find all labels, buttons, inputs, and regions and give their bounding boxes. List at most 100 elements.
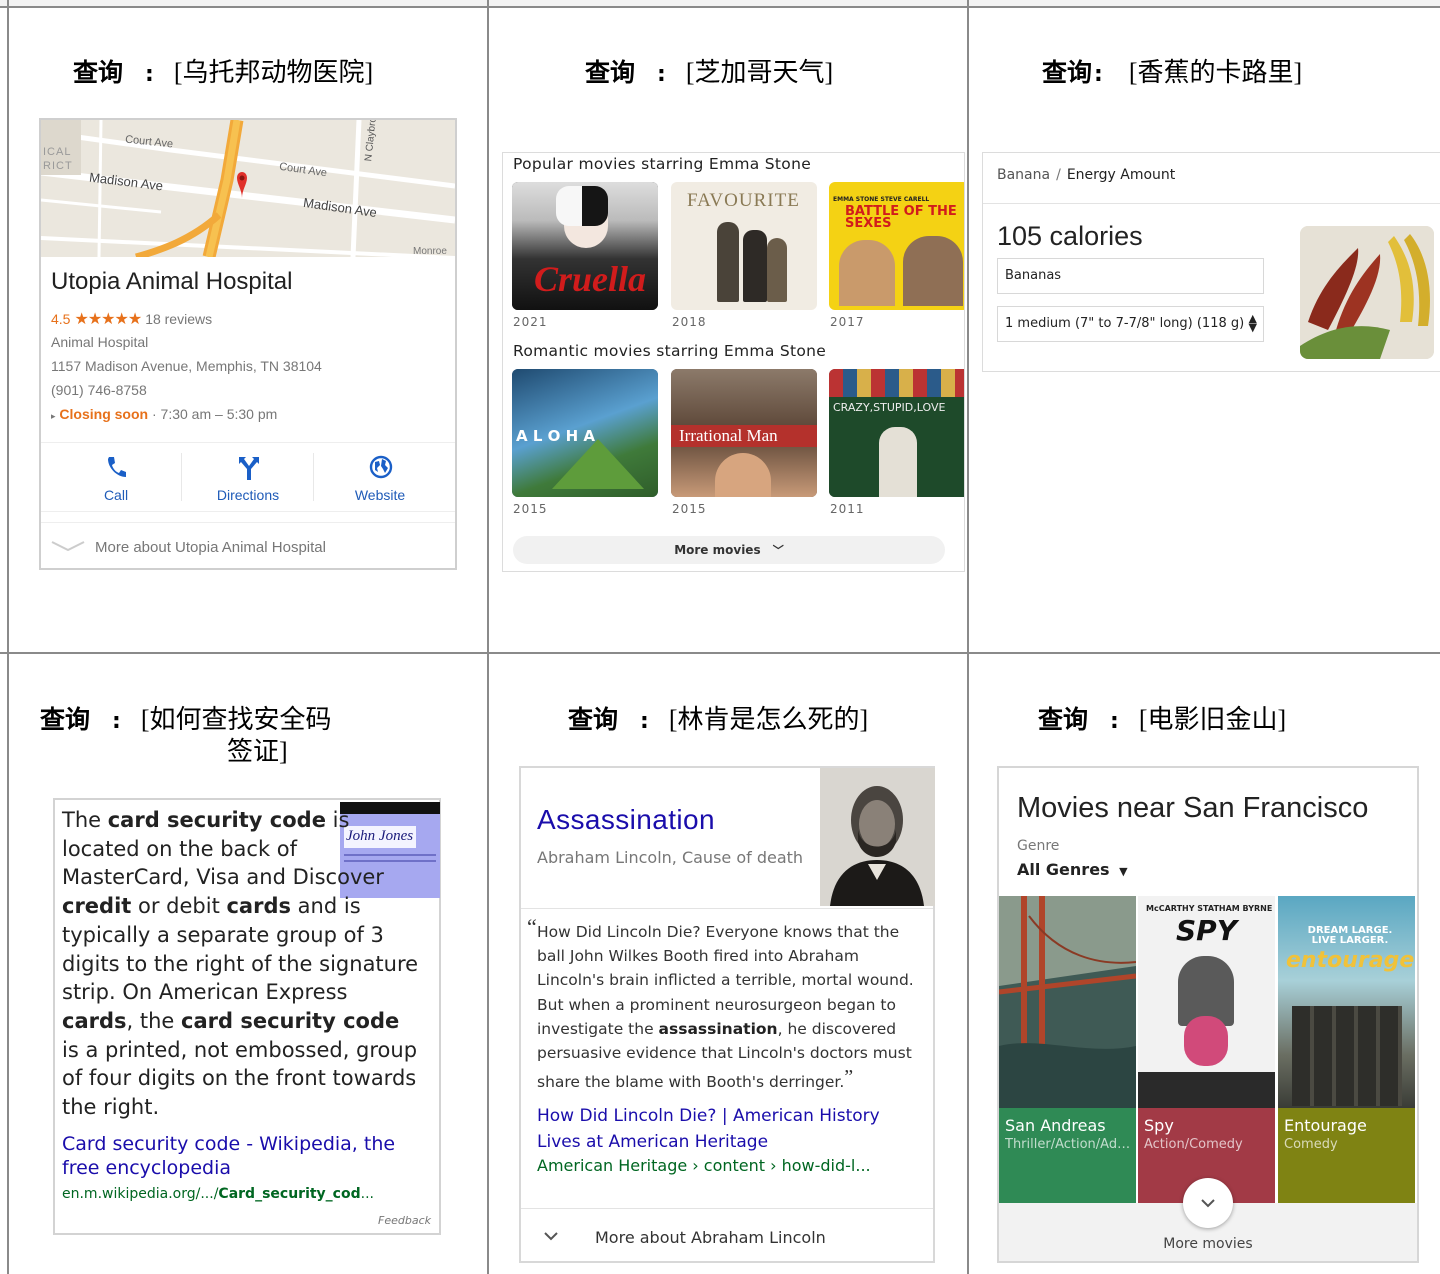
directions-button[interactable]: Directions xyxy=(182,443,314,513)
query-caption: 查询: [林肯是怎么死的] xyxy=(568,705,869,734)
movie-genre: Action/Comedy xyxy=(1144,1137,1243,1152)
place-title: Utopia Animal Hospital xyxy=(51,268,293,295)
movie-tile[interactable]: DREAM LARGE. LIVE LARGER. entourage Ento… xyxy=(1278,896,1415,1203)
query-caption: 查询: [乌托邦动物医院] xyxy=(73,58,374,87)
movie-name: San Andreas xyxy=(1005,1116,1106,1135)
grid-line xyxy=(967,0,969,1274)
banana-illustration xyxy=(1300,226,1434,359)
movie-year: 2021 xyxy=(513,315,548,329)
grid-line xyxy=(7,0,9,1274)
breadcrumb-separator: / xyxy=(1056,167,1061,183)
movie-year: 2017 xyxy=(830,315,865,329)
expand-button[interactable] xyxy=(1183,1178,1233,1228)
movie-poster: McCARTHY STATHAM BYRNE LAW SPY xyxy=(1138,896,1275,1108)
query-caption: 查询: [芝加哥天气] xyxy=(585,58,834,87)
source-link[interactable]: How Did Lincoln Die? | American History … xyxy=(537,1104,922,1155)
map-graphic xyxy=(41,120,455,257)
map-label: ICAL xyxy=(43,146,72,158)
place-phone[interactable]: (901) 746-8758 xyxy=(51,382,147,398)
movie-poster[interactable]: Cruella xyxy=(512,182,658,310)
mountain-shape xyxy=(552,439,644,489)
poster-title: CRAZY,STUPID,LOVE xyxy=(833,401,946,414)
stepper-arrows-icon: ▲ ▼ xyxy=(1248,312,1257,334)
featured-snippet-card: John Jones The card security code is loc… xyxy=(53,798,441,1235)
chevron-down-icon: ﹀ xyxy=(772,544,784,557)
genre-dropdown[interactable]: All Genres ▼ xyxy=(1017,860,1128,879)
caret-down-icon: ▼ xyxy=(1119,865,1128,878)
poster-title: A L O H A xyxy=(516,427,595,445)
quote-run: assassination xyxy=(658,1019,778,1038)
genre-label: Genre xyxy=(1017,838,1060,854)
caret-right-icon: ▸ xyxy=(51,411,56,421)
top-band xyxy=(0,0,1440,8)
breadcrumb: Banana / Energy Amount xyxy=(997,167,1175,183)
breadcrumb-item[interactable]: Banana xyxy=(997,167,1050,183)
movie-tile[interactable]: San Andreas Thriller/Action/Adventure xyxy=(999,896,1136,1203)
website-button[interactable]: Website xyxy=(314,443,446,513)
food-input[interactable]: Bananas xyxy=(997,258,1264,294)
cast-shape xyxy=(1292,1006,1402,1106)
movie-name: Spy xyxy=(1144,1116,1174,1135)
tile-info: Entourage Comedy xyxy=(1278,1108,1415,1203)
directions-icon xyxy=(239,457,259,480)
lincoln-portrait xyxy=(820,768,935,906)
query-caption-line2: 签证] xyxy=(227,737,288,766)
website-label: Website xyxy=(354,487,406,503)
reviews-count[interactable]: 18 reviews xyxy=(145,311,212,327)
action-bar: Call Directions Website xyxy=(41,442,455,512)
movie-poster: DREAM LARGE. LIVE LARGER. entourage xyxy=(1278,896,1415,1108)
hair-shape xyxy=(556,186,582,226)
source-url: American Heritage › content › how-did-l.… xyxy=(537,1156,871,1175)
snippet-run: or debit xyxy=(131,894,227,919)
snippet-run: , the xyxy=(126,1008,182,1033)
close-quote-mark: ” xyxy=(844,1066,854,1089)
grid-line xyxy=(0,652,1440,654)
section-heading: Popular movies starring Emma Stone xyxy=(513,155,812,173)
movie-poster[interactable]: Irrational Man xyxy=(671,369,817,497)
poster-tagline: DREAM LARGE. LIVE LARGER. xyxy=(1307,925,1393,946)
movie-genre: Comedy xyxy=(1284,1137,1338,1152)
chevron-down-icon[interactable] xyxy=(543,1230,559,1242)
figure-shape xyxy=(767,238,787,302)
place-address: 1157 Madison Avenue, Memphis, TN 38104 xyxy=(51,358,322,374)
more-movies-button[interactable]: More movies ﹀ xyxy=(513,536,945,564)
serving-value: 1 medium (7" to 7-7/8" long) (118 g) xyxy=(1005,316,1245,331)
poster-credits: McCARTHY STATHAM BYRNE LAW xyxy=(1146,904,1275,913)
query-caption: 查询: [电影旧金山] xyxy=(1038,705,1287,734)
hours-row[interactable]: ▸ Closing soon · 7:30 am – 5:30 pm xyxy=(51,406,277,422)
call-button[interactable]: Call xyxy=(50,443,182,513)
rating-row[interactable]: 4.5 ★★★★★ 18 reviews xyxy=(51,309,212,329)
movie-poster[interactable]: EMMA STONE STEVE CARELL BATTLE OF THE SE… xyxy=(829,182,964,310)
map[interactable]: Court Ave Court Ave Madison Ave Madison … xyxy=(41,120,455,257)
more-about-link[interactable]: More about Abraham Lincoln xyxy=(595,1228,826,1247)
more-about-link[interactable]: More about Utopia Animal Hospital xyxy=(41,522,455,568)
poster-credits: EMMA STONE STEVE CARELL xyxy=(833,196,930,203)
source-url: en.m.wikipedia.org/.../Card_security_cod… xyxy=(62,1186,374,1202)
poster-title: Irrational Man xyxy=(679,426,778,445)
source-link[interactable]: Card security code - Wikipedia, the free… xyxy=(62,1132,432,1180)
poster-title: BATTLE OF THE SEXES xyxy=(845,204,957,231)
grid-line xyxy=(487,0,489,1274)
query-grid: 查询: [乌托邦动物医院] 查询: [芝加哥天气] 查询: [香蕉的卡路里] 查询:[… xyxy=(0,0,1440,1274)
movie-tile[interactable]: McCARTHY STATHAM BYRNE LAW SPY Spy Actio… xyxy=(1138,896,1275,1203)
movie-poster[interactable]: A L O H A xyxy=(512,369,658,497)
portrait-illustration xyxy=(820,768,935,906)
snippet-run: credit xyxy=(62,894,132,919)
url-part: Card_security_cod xyxy=(218,1186,361,1202)
more-movies-label: More movies xyxy=(674,543,761,557)
movie-poster[interactable]: FAVOURITE xyxy=(671,182,817,310)
call-label: Call xyxy=(103,487,129,503)
snippet-run: is a printed, not embossed, group of fou… xyxy=(62,1037,418,1120)
hours-status: Closing soon xyxy=(59,406,149,422)
serving-select[interactable]: 1 medium (7" to 7-7/8" long) (118 g) ▲ ▼ xyxy=(997,306,1264,342)
url-part: ... xyxy=(360,1186,374,1202)
more-movies-link[interactable]: More movies xyxy=(999,1236,1417,1252)
movie-year: 2018 xyxy=(672,315,707,329)
answer-title[interactable]: Assassination xyxy=(537,804,715,836)
movie-poster[interactable]: CRAZY,STUPID,LOVE xyxy=(829,369,964,497)
query-caption: 查询: [香蕉的卡路里] xyxy=(1042,58,1303,87)
calorie-value: 105 calories xyxy=(997,221,1143,251)
feedback-link[interactable]: Feedback xyxy=(378,1214,431,1227)
movie-year: 2015 xyxy=(672,502,707,516)
figure-shape xyxy=(1184,1016,1228,1066)
